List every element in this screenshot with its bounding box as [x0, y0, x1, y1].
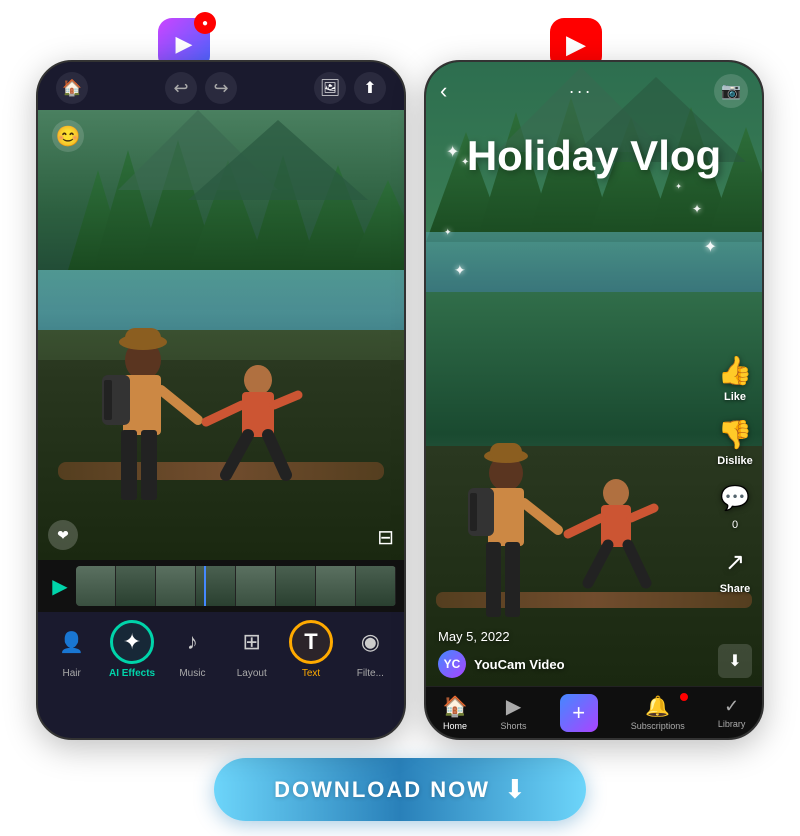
download-label: DOWNLOAD NOW — [274, 777, 490, 803]
filter-icon: ◉ — [348, 620, 392, 664]
comment-action[interactable]: 💬 0 — [716, 479, 754, 531]
youtube-bottom-nav: 🏠 Home ▶ Shorts + 🔔 Subscriptions — [426, 686, 762, 738]
play-button[interactable]: ▶ — [46, 572, 74, 600]
download-icon: ⬇ — [504, 774, 526, 805]
tool-layout[interactable]: ⊞ Layout — [226, 620, 278, 679]
home-nav-icon: 🏠 — [443, 694, 468, 719]
share-icon[interactable]: ⬆ — [354, 72, 386, 104]
music-label: Music — [179, 668, 205, 679]
left-top-icons-right: 🖼 ⬆ — [314, 72, 386, 104]
dislike-label: Dislike — [717, 455, 752, 467]
main-container: ▶ ● ▶ 🏠 ↩ ↪ — [0, 0, 800, 836]
subscriptions-nav-icon: 🔔 — [645, 694, 670, 719]
shorts-nav-label: Shorts — [501, 721, 527, 731]
video-date: May 5, 2022 — [438, 629, 750, 644]
text-icon: T — [289, 620, 333, 664]
nav-create[interactable]: + — [560, 694, 598, 732]
youtube-top-controls: ‹ ··· 📷 — [426, 74, 762, 108]
compare-button[interactable]: ⊟ — [377, 525, 394, 550]
youtube-video-bg: ‹ ··· 📷 Holiday Vlog ✦ ✦ ✦ ✦ ✦ ✦ ✦ — [426, 62, 762, 738]
dislike-icon: 👎 — [716, 415, 754, 453]
dislike-action[interactable]: 👎 Dislike — [716, 415, 754, 467]
share-action[interactable]: ↗ Share — [716, 543, 754, 595]
share-action-icon: ↗ — [716, 543, 754, 581]
layout-icon: ⊞ — [230, 620, 274, 664]
timeline-frames[interactable] — [76, 566, 396, 606]
tool-filter[interactable]: ◉ Filte... — [344, 620, 396, 679]
heart-button[interactable]: ❤ — [48, 520, 78, 550]
comment-icon: 💬 — [716, 479, 754, 517]
nav-library[interactable]: ✓ Library — [718, 696, 746, 729]
filter-label: Filte... — [357, 668, 384, 679]
home-nav-label: Home — [443, 721, 467, 731]
sparkle-7: ✦ — [704, 237, 717, 257]
camera-button[interactable]: 📷 — [714, 74, 748, 108]
library-nav-label: Library — [718, 719, 746, 729]
youcam-phone: 🏠 ↩ ↪ 🖼 ⬆ 😊 — [36, 60, 406, 740]
tool-text[interactable]: T Text — [285, 620, 337, 679]
nav-shorts[interactable]: ▶ Shorts — [501, 694, 527, 731]
like-icon: 👍 — [716, 351, 754, 389]
channel-row: YC YouCam Video — [438, 650, 750, 678]
right-actions: 👍 Like 👎 Dislike 💬 0 ↗ Share — [716, 351, 754, 595]
holiday-vlog-title: Holiday Vlog — [426, 132, 762, 180]
like-action[interactable]: 👍 Like — [716, 351, 754, 403]
nav-subscriptions[interactable]: 🔔 Subscriptions — [631, 694, 685, 731]
sparkle-4: ✦ — [675, 182, 682, 191]
download-section: DOWNLOAD NOW ⬇ — [214, 758, 586, 821]
like-label: Like — [724, 391, 746, 403]
timeline-strip: ▶ — [38, 560, 404, 612]
undo-icon[interactable]: ↩ — [165, 72, 197, 104]
text-label: Text — [302, 668, 320, 679]
sparkle-3: ✦ — [692, 202, 702, 216]
tool-hair[interactable]: 👤 Hair — [46, 620, 98, 679]
layout-label: Layout — [237, 668, 267, 679]
more-button[interactable]: ··· — [569, 81, 593, 102]
comment-count: 0 — [732, 519, 738, 531]
share-label: Share — [720, 583, 751, 595]
left-top-icons-left: 🏠 — [56, 72, 88, 104]
sparkle-6: ✦ — [454, 262, 466, 279]
sparkle-5: ✦ — [444, 227, 452, 238]
video-preview: ❤ ⊟ — [38, 110, 404, 560]
gallery-icon[interactable]: 🖼 — [314, 72, 346, 104]
youtube-phone: ‹ ··· 📷 Holiday Vlog ✦ ✦ ✦ ✦ ✦ ✦ ✦ — [424, 60, 764, 740]
sparkle-1: ✦ — [446, 142, 459, 162]
phones-row: 🏠 ↩ ↪ 🖼 ⬆ 😊 — [36, 60, 764, 740]
back-button[interactable]: ‹ — [440, 78, 447, 104]
home-icon[interactable]: 🏠 — [56, 72, 88, 104]
video-info-bar: May 5, 2022 YC YouCam Video — [426, 629, 762, 686]
hair-icon: 👤 — [50, 620, 94, 664]
create-button[interactable]: + — [560, 694, 598, 732]
music-icon: ♪ — [170, 620, 214, 664]
tool-ai-effects[interactable]: ✦ AI Effects — [105, 620, 159, 679]
subscriptions-nav-label: Subscriptions — [631, 721, 685, 731]
shorts-nav-icon: ▶ — [506, 694, 521, 719]
channel-logo[interactable]: YC — [438, 650, 466, 678]
avatar-icon[interactable]: 😊 — [52, 120, 84, 152]
ai-effects-icon: ✦ — [110, 620, 154, 664]
library-nav-icon: ✓ — [724, 696, 739, 717]
subscription-badge — [679, 692, 689, 702]
bottom-toolbar: 👤 Hair ✦ AI Effects ♪ Music ⊞ Layout — [38, 612, 404, 689]
sparkle-2: ✦ — [461, 157, 469, 168]
left-top-bar: 🏠 ↩ ↪ 🖼 ⬆ — [38, 62, 404, 110]
channel-name: YouCam Video — [474, 657, 565, 672]
hair-label: Hair — [62, 668, 80, 679]
tool-music[interactable]: ♪ Music — [166, 620, 218, 679]
redo-icon[interactable]: ↪ — [205, 72, 237, 104]
ai-effects-label: AI Effects — [109, 668, 155, 679]
nav-home[interactable]: 🏠 Home — [443, 694, 468, 731]
download-now-button[interactable]: DOWNLOAD NOW ⬇ — [214, 758, 586, 821]
